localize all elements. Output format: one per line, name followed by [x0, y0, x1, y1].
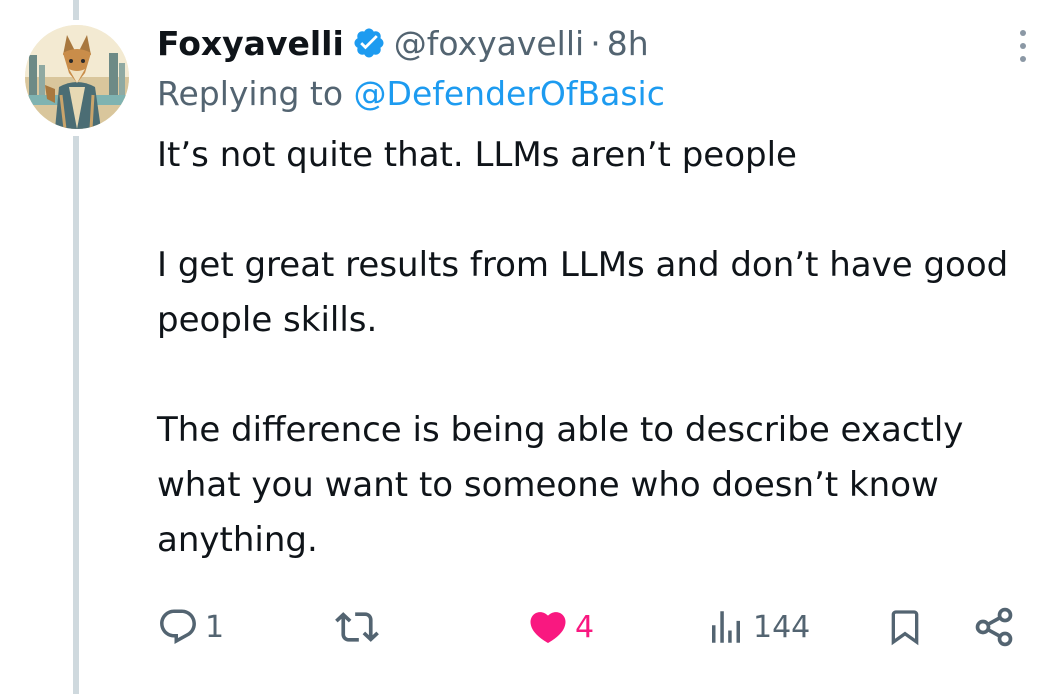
separator-dot: · — [590, 23, 601, 63]
avatar[interactable] — [25, 25, 129, 129]
more-dot-icon — [1020, 30, 1026, 36]
action-bar: 1 4 144 — [157, 602, 1027, 652]
verified-badge-icon — [352, 26, 386, 60]
views-button[interactable]: 144 — [705, 602, 810, 652]
share-icon — [975, 607, 1013, 647]
like-count: 4 — [575, 609, 595, 645]
fox-avatar-icon — [25, 25, 129, 129]
bookmark-icon — [891, 610, 919, 646]
views-icon — [712, 611, 740, 643]
replying-to: Replying to @DefenderOfBasic — [157, 68, 1037, 120]
more-dot-icon — [1020, 56, 1026, 62]
tweet-content: Foxyavelli @foxyavelli · 8h Replying to … — [157, 18, 1037, 568]
view-count: 144 — [753, 609, 811, 645]
tweet-header: Foxyavelli @foxyavelli · 8h — [157, 18, 1037, 68]
tweet-paragraph: I get great results from LLMs and don’t … — [157, 245, 1009, 340]
reply-icon — [160, 609, 196, 644]
tweet[interactable]: Foxyavelli @foxyavelli · 8h Replying to … — [0, 0, 1064, 694]
share-button[interactable] — [972, 602, 1016, 652]
tweet-text: It’s not quite that. LLMs aren’t people … — [157, 128, 1037, 568]
more-dot-icon — [1020, 43, 1026, 49]
reply-button[interactable]: 1 — [157, 602, 224, 652]
display-name[interactable]: Foxyavelli — [157, 24, 344, 63]
replying-to-handle-link[interactable]: @DefenderOfBasic — [354, 74, 665, 113]
timestamp[interactable]: 8h — [607, 24, 649, 63]
retweet-icon — [335, 612, 379, 642]
tweet-paragraph: The difference is being able to describe… — [157, 410, 964, 560]
retweet-button[interactable] — [335, 602, 385, 652]
bookmark-button[interactable] — [885, 602, 925, 652]
handle[interactable]: @foxyavelli — [394, 24, 584, 63]
replying-to-label: Replying to — [157, 74, 344, 113]
tweet-paragraph: It’s not quite that. LLMs aren’t people — [157, 135, 797, 175]
heart-icon — [530, 612, 566, 644]
like-button[interactable]: 4 — [527, 602, 594, 652]
reply-count: 1 — [205, 609, 225, 645]
more-options-button[interactable] — [1009, 24, 1037, 68]
